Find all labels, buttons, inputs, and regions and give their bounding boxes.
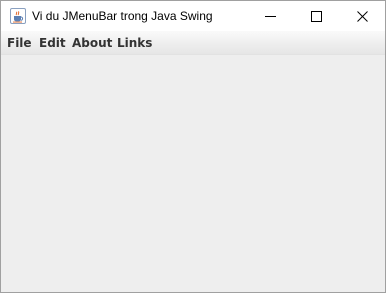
- window-title: Vi du JMenuBar trong Java Swing: [32, 9, 213, 23]
- java-coffee-icon: [10, 8, 26, 24]
- minimize-icon: [264, 15, 276, 17]
- menu-bar: File Edit About Links: [1, 31, 385, 55]
- menu-file[interactable]: File: [7, 36, 32, 50]
- app-window: Vi du JMenuBar trong Java Swing File Edi…: [0, 0, 386, 293]
- menu-links[interactable]: Links: [117, 36, 152, 50]
- title-bar[interactable]: Vi du JMenuBar trong Java Swing: [1, 1, 385, 31]
- menu-about[interactable]: About: [72, 36, 112, 50]
- maximize-button[interactable]: [293, 1, 339, 31]
- menu-edit[interactable]: Edit: [39, 36, 66, 50]
- minimize-button[interactable]: [247, 1, 293, 31]
- close-button[interactable]: [339, 1, 385, 31]
- close-icon: [356, 10, 368, 22]
- content-pane: [1, 55, 385, 292]
- maximize-icon: [310, 10, 322, 22]
